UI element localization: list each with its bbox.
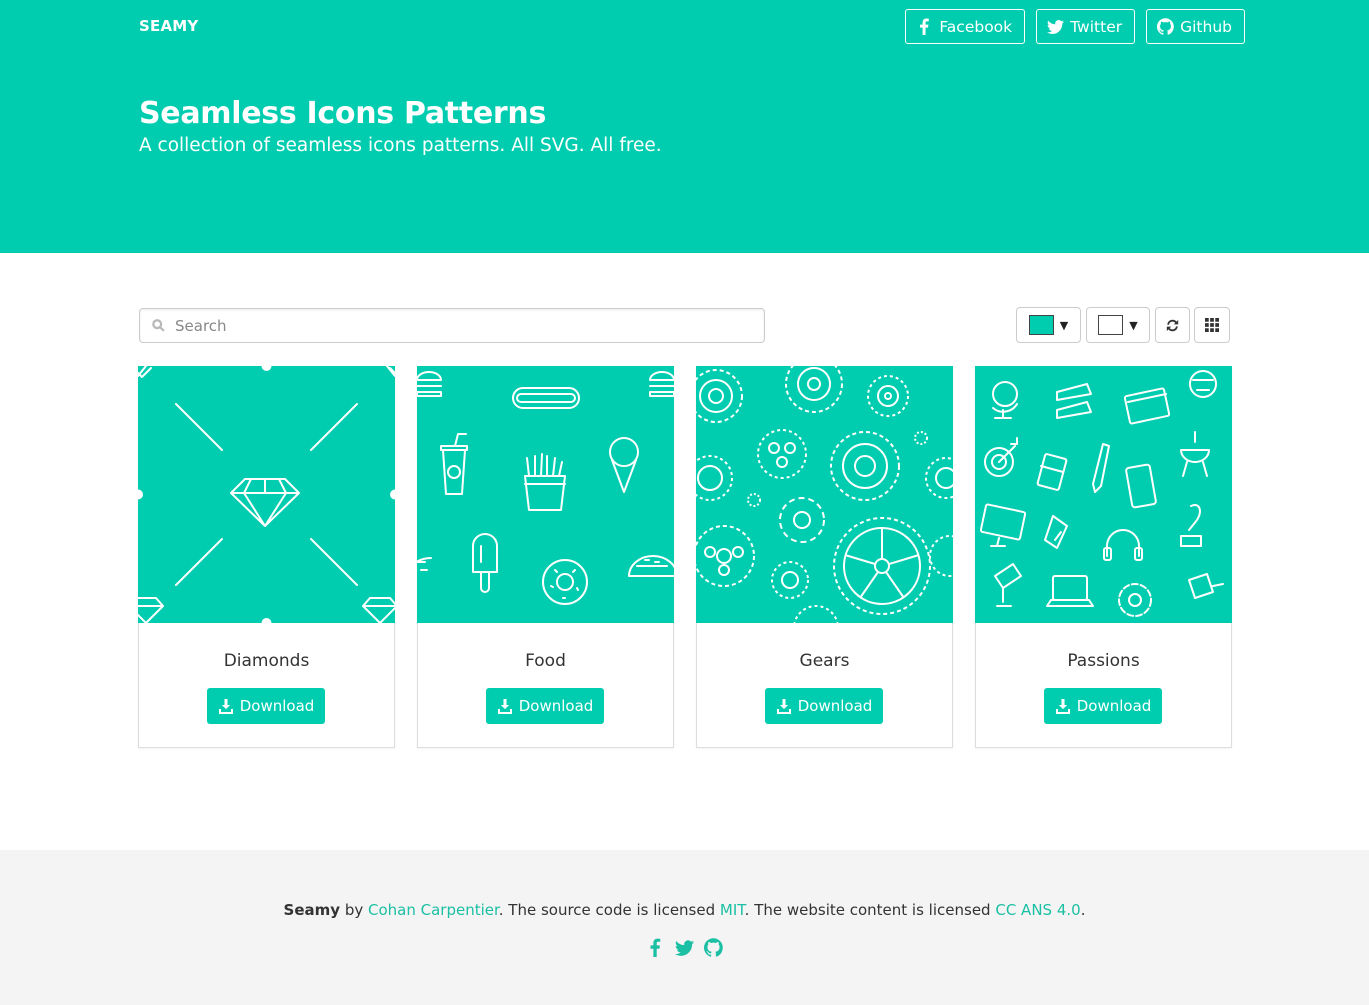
download-icon [218,698,234,714]
author-link[interactable]: Cohan Carpentier [368,901,499,919]
download-button[interactable]: Download [765,688,883,724]
footer-social-links [0,938,1369,957]
github-icon [704,938,723,957]
popsicle-icon [472,533,498,593]
browser-window-icon [1123,387,1171,425]
footer-by: by [340,901,368,919]
background-color-swatch [1098,315,1124,335]
refresh-icon [1166,319,1179,331]
download-button[interactable]: Download [1044,688,1162,724]
diamond-icon [230,478,300,527]
brand-logo[interactable]: SEAMY [139,17,198,35]
page-title: Seamless Icons Patterns [139,96,547,131]
pattern-name: Gears [799,651,850,671]
download-button[interactable]: Download [207,688,325,724]
mug-icon [1036,453,1068,491]
laptop-icon [1046,575,1094,607]
cog-icon [1118,583,1152,617]
pattern-card-food: Food Download [417,366,674,748]
facebook-button[interactable]: Facebook [905,9,1026,44]
footer-end: . [1080,901,1086,919]
foreground-color-swatch [1028,315,1054,335]
download-button[interactable]: Download [486,688,604,724]
background-color-picker[interactable]: ▼ [1086,307,1150,343]
download-icon [1055,698,1071,714]
hero-header: SEAMY Facebook Twitter Github Seamless I… [0,0,1369,253]
download-label: Download [239,697,315,715]
facebook-icon [646,938,665,957]
facebook-label: Facebook [939,17,1013,36]
footer-github-link[interactable] [704,938,723,957]
download-label: Download [1076,697,1152,715]
footer-source-text: . The source code is licensed [498,901,720,919]
gear-icon [696,366,953,623]
feather-ink-icon [1180,504,1202,547]
footer-brand: Seamy [283,901,341,919]
pattern-card-diamonds: Diamonds Download [138,366,395,748]
download-icon [497,698,513,714]
social-links: Facebook Twitter Github [905,9,1245,44]
donut-icon [542,559,588,605]
search-icon [152,319,165,332]
grid-view-button[interactable] [1194,307,1230,343]
download-icon [776,698,792,714]
pen-icon [1092,443,1110,493]
diamonds-pattern-preview[interactable] [138,366,395,623]
footer-twitter-link[interactable] [675,938,694,957]
facebook-icon [916,18,933,35]
twitter-icon [1047,18,1064,35]
github-icon [1157,18,1174,35]
grid-icon [1205,318,1219,332]
hotdog-icon [512,387,580,409]
gears-pattern-preview[interactable] [696,366,953,623]
soda-cup-icon [440,433,468,495]
github-label: Github [1180,17,1232,36]
sneakers-icon [1056,383,1092,419]
twitter-label: Twitter [1070,17,1123,36]
target-icon [984,437,1018,477]
painter-icon [994,563,1022,607]
refresh-button[interactable] [1155,307,1190,343]
footer-credits: Seamy by Cohan Carpentier. The source co… [0,901,1369,919]
fountain-pen-icon [1044,515,1068,549]
paint-brush-icon [1188,573,1224,599]
page-footer: Seamy by Cohan Carpentier. The source co… [0,850,1369,1005]
ice-cream-icon [609,437,639,493]
twitter-icon [675,938,694,957]
passions-pattern-preview[interactable] [975,366,1232,623]
foreground-color-picker[interactable]: ▼ [1016,307,1081,343]
mit-license-link[interactable]: MIT [720,901,745,919]
search-box [139,308,765,343]
bbq-grill-icon [1180,431,1210,477]
search-input[interactable] [175,316,735,335]
burger-icon [417,371,674,397]
fries-icon [524,453,566,511]
twitter-button[interactable]: Twitter [1036,9,1136,44]
pattern-card-gears: Gears Download [696,366,953,748]
caret-down-icon: ▼ [1059,318,1069,332]
cc-license-link[interactable]: CC ANS 4.0 [995,901,1080,919]
download-label: Download [797,697,873,715]
food-pattern-preview[interactable] [417,366,674,623]
pattern-name: Passions [1067,651,1140,671]
smartphone-icon [1125,463,1157,509]
page-subtitle: A collection of seamless icons patterns.… [139,135,662,156]
headphones-icon [1103,529,1143,561]
monitor-icon [979,503,1027,547]
pattern-card-passions: Passions Download [975,366,1232,748]
github-button[interactable]: Github [1146,9,1245,44]
pattern-name: Diamonds [223,651,310,671]
helmet-icon [1189,370,1217,398]
caret-down-icon: ▼ [1129,318,1138,332]
pattern-name: Food [525,651,566,671]
globe-icon [992,381,1018,419]
footer-facebook-link[interactable] [646,938,665,957]
footer-content-text: . The website content is licensed [744,901,996,919]
download-label: Download [518,697,594,715]
